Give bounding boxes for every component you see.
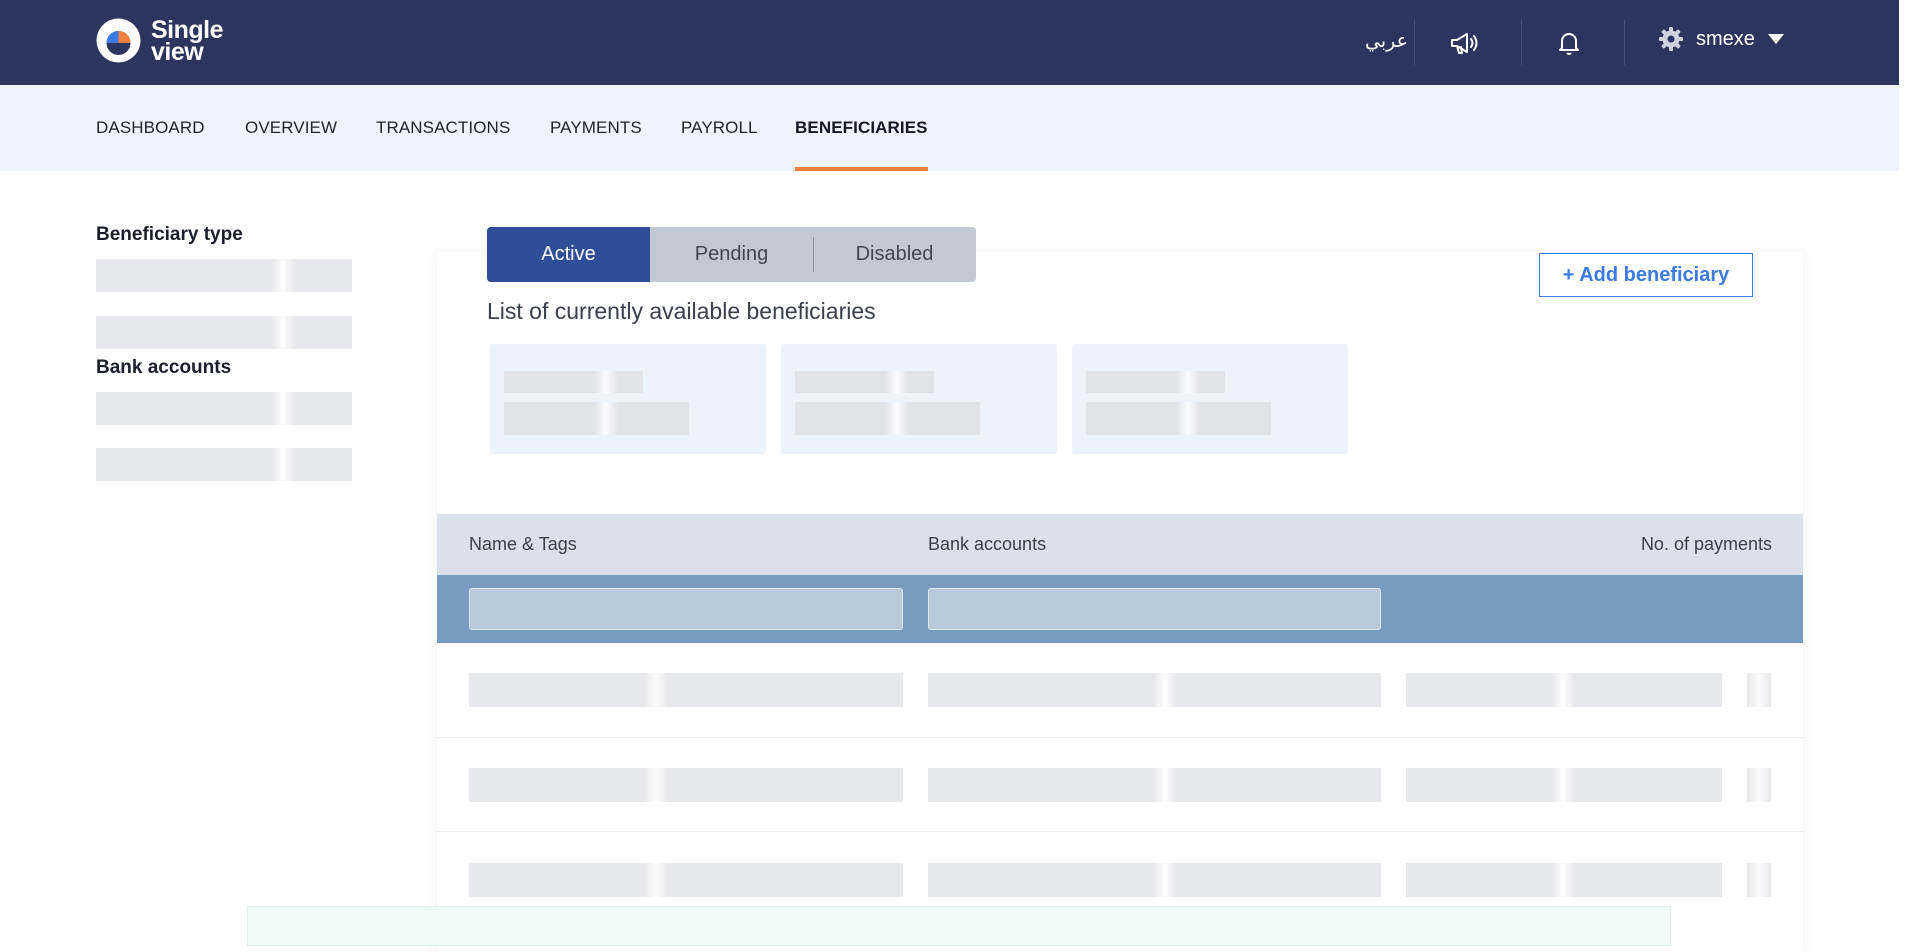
summary-card — [1072, 344, 1348, 454]
filter-placeholder — [96, 392, 352, 425]
gear-icon — [1659, 27, 1683, 51]
stat-value-placeholder — [795, 402, 980, 435]
column-no-of-payments[interactable]: No. of payments — [1641, 514, 1772, 575]
announcements-button[interactable] — [1446, 24, 1484, 62]
filter-placeholder — [96, 259, 352, 292]
header-divider — [1414, 20, 1415, 65]
table-row-placeholder — [1747, 768, 1771, 802]
nav-transactions[interactable]: TRANSACTIONS — [376, 85, 510, 171]
notification-toast — [247, 906, 1671, 946]
row-divider — [437, 831, 1803, 832]
megaphone-icon — [1451, 33, 1478, 54]
language-switch[interactable]: عربي — [1365, 30, 1408, 53]
user-menu[interactable]: smexe — [1658, 26, 1785, 52]
add-beneficiary-button[interactable]: + Add beneficiary — [1539, 253, 1753, 297]
logo-line-2: view — [151, 37, 204, 66]
caret-down-icon — [1767, 34, 1784, 44]
stat-value-placeholder — [504, 402, 689, 435]
beneficiary-type-heading: Beneficiary type — [96, 224, 243, 245]
table-row-placeholder — [1406, 673, 1722, 707]
summary-card — [490, 344, 766, 454]
column-bank-accounts[interactable]: Bank accounts — [928, 514, 1046, 575]
table-row-placeholder — [1747, 863, 1771, 897]
nav-dashboard[interactable]: DASHBOARD — [96, 85, 205, 171]
row-divider — [437, 737, 1803, 738]
table-row-placeholder — [928, 863, 1381, 897]
nav-payments[interactable]: PAYMENTS — [550, 85, 642, 171]
notifications-button[interactable] — [1550, 24, 1588, 62]
tab-disabled[interactable]: Disabled — [813, 227, 976, 282]
status-tabs: Active Pending Disabled — [487, 227, 976, 282]
tab-pending[interactable]: Pending — [650, 227, 813, 282]
bell-icon — [1559, 33, 1579, 55]
nav-overview[interactable]: OVERVIEW — [245, 85, 337, 171]
stat-label-placeholder — [795, 371, 934, 393]
username: smexe — [1696, 27, 1755, 50]
table-row-placeholder — [469, 863, 903, 897]
top-bar: Single view عربي smexe — [0, 0, 1899, 85]
list-subtitle: List of currently available beneficiarie… — [487, 298, 876, 324]
table-row-placeholder — [928, 768, 1381, 802]
table-filter-row — [437, 575, 1803, 643]
header-actions: عربي smexe — [1279, 0, 1899, 85]
main-nav: DASHBOARD OVERVIEW TRANSACTIONS PAYMENTS… — [0, 85, 1899, 171]
stat-label-placeholder — [1086, 371, 1225, 393]
table-row-placeholder — [1406, 863, 1722, 897]
bank-account-filter-input[interactable] — [928, 588, 1381, 630]
nav-beneficiaries[interactable]: BENEFICIARIES — [795, 85, 928, 171]
table-row-placeholder — [1406, 768, 1722, 802]
table-row-placeholder — [1747, 673, 1771, 707]
stat-value-placeholder — [1086, 402, 1271, 435]
app-logo[interactable]: Single view — [96, 17, 224, 66]
logo-text: Single view — [151, 17, 224, 66]
scrollbar-gutter — [1899, 0, 1920, 932]
bank-accounts-heading: Bank accounts — [96, 357, 232, 378]
stat-label-placeholder — [504, 371, 643, 393]
table-header: Name & Tags Bank accounts No. of payment… — [437, 514, 1803, 575]
column-name-tags[interactable]: Name & Tags — [469, 514, 577, 575]
nav-payroll[interactable]: PAYROLL — [681, 85, 758, 171]
filter-placeholder — [96, 316, 352, 349]
name-filter-input[interactable] — [469, 588, 903, 630]
header-divider — [1521, 20, 1522, 65]
table-row-placeholder — [469, 768, 903, 802]
table-row-placeholder — [928, 673, 1381, 707]
summary-card — [781, 344, 1057, 454]
tab-active[interactable]: Active — [487, 227, 650, 282]
table-row-placeholder — [469, 673, 903, 707]
filter-placeholder — [96, 448, 352, 481]
logo-mark-icon — [96, 18, 141, 63]
header-divider — [1624, 20, 1625, 65]
